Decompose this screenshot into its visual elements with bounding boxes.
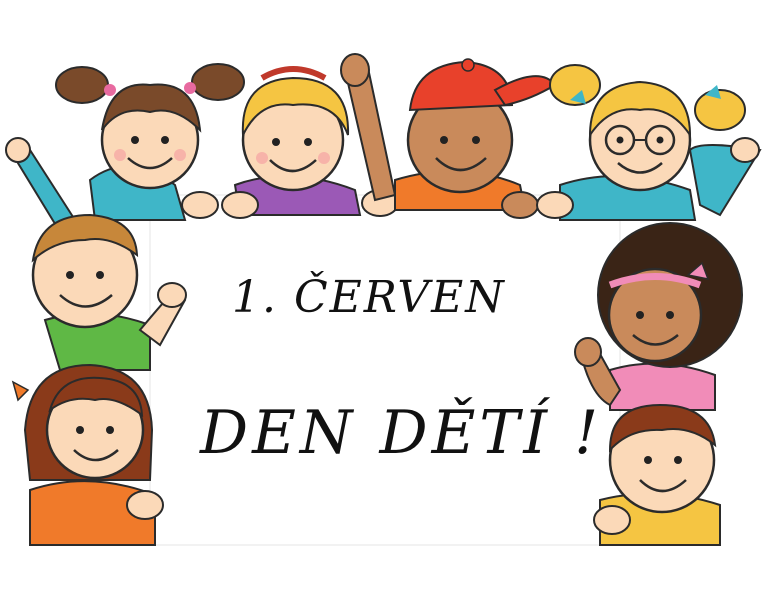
child-girl-glasses <box>536 64 762 221</box>
child-girl-orange-shirt <box>11 363 164 546</box>
sign-date-text: 1. ČERVEN <box>232 272 506 323</box>
child-boy-red-cap <box>340 53 557 219</box>
sign-title-text: DEN DĚTÍ ! <box>200 398 603 468</box>
sign-board <box>149 194 621 546</box>
child-girl-pigtails <box>5 63 245 234</box>
